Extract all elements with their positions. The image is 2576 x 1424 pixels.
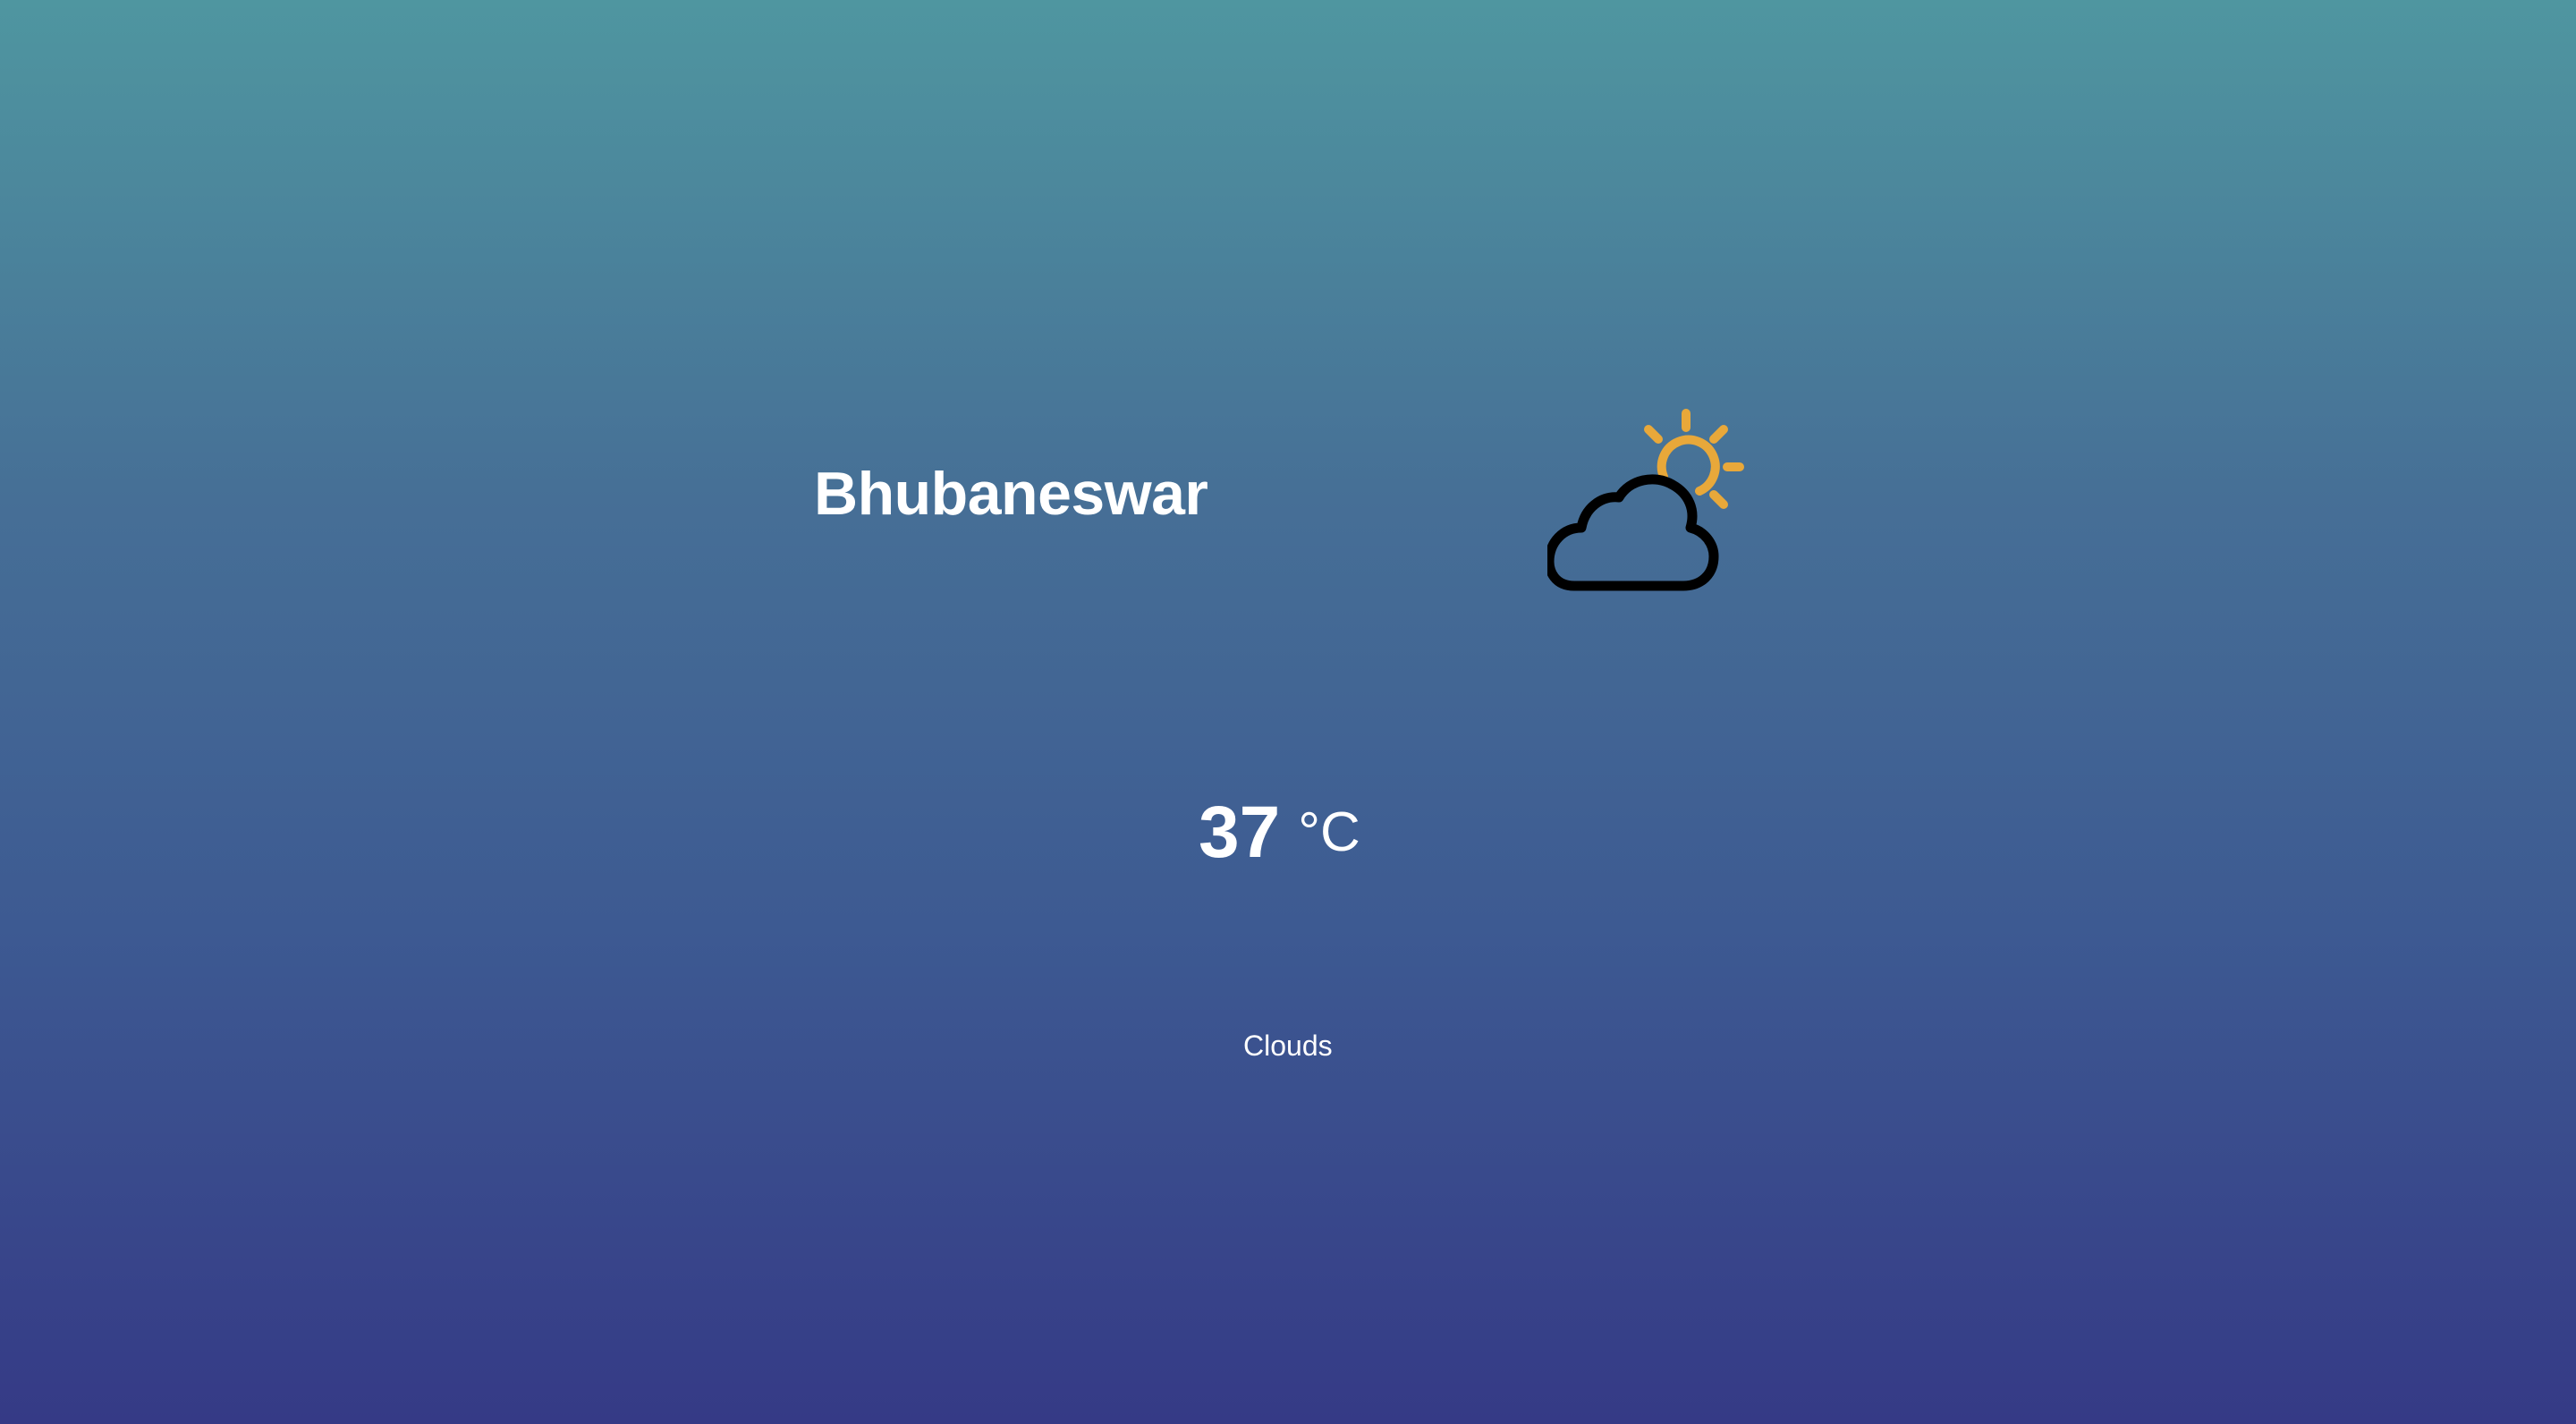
temperature-value: 37: [1199, 792, 1281, 873]
partly-cloudy-icon: [1544, 403, 1753, 599]
weather-condition: Clouds: [1243, 1030, 1333, 1062]
city-name: Bhubaneswar: [814, 460, 1208, 528]
temperature-display: 37 °C: [1199, 796, 1360, 869]
temperature-unit: °C: [1298, 801, 1360, 863]
